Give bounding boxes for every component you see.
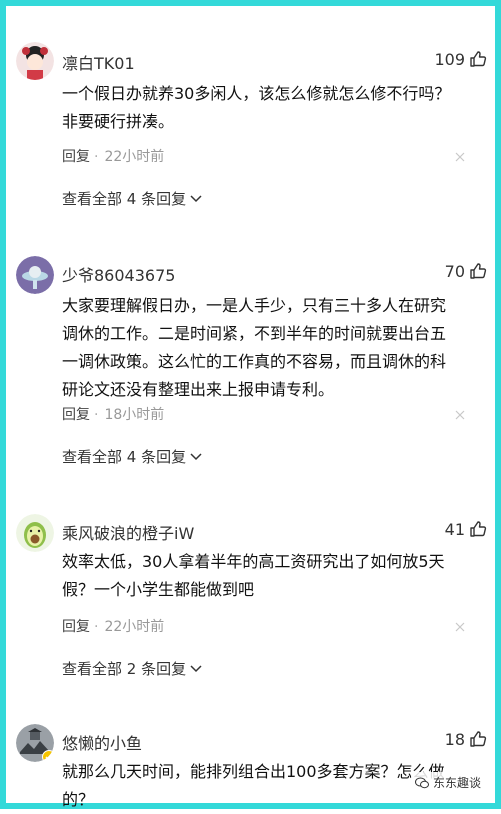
- reply-button[interactable]: 回复: [62, 149, 90, 165]
- view-replies-button[interactable]: 查看全部 4 条回复: [62, 446, 202, 467]
- watermark-text: 东东趣谈: [432, 776, 481, 790]
- like-count: 41: [444, 520, 465, 539]
- username[interactable]: 凛白TK01: [62, 50, 135, 74]
- comment-meta: 回复 · 18小时前: [62, 404, 164, 424]
- thumbs-up-icon[interactable]: [469, 730, 487, 748]
- user-avatar[interactable]: [16, 42, 54, 80]
- username[interactable]: 少爷86043675: [62, 262, 175, 286]
- meta-separator: ·: [94, 619, 99, 635]
- username[interactable]: 乘风破浪的橙子iW: [62, 520, 194, 544]
- comment-time: 22小时前: [104, 619, 165, 635]
- view-replies-button[interactable]: 查看全部 4 条回复: [62, 188, 202, 209]
- comment-text: 就那么几天时间，能排列组合出100多套方案？怎么做的？: [62, 762, 445, 809]
- reply-button[interactable]: 回复: [62, 619, 90, 635]
- chevron-down-icon: [190, 194, 202, 202]
- close-icon[interactable]: [455, 152, 465, 162]
- avatar-avocado-icon: [16, 514, 54, 552]
- thumbs-up-icon[interactable]: [469, 262, 487, 280]
- comment-text: 一个假日办就养30多闲人，该怎么修就怎么修不行吗？非要硬行拼凑。: [62, 84, 451, 131]
- reply-button[interactable]: 回复: [62, 407, 90, 423]
- close-icon[interactable]: [455, 622, 465, 632]
- comment-text: 大家要理解假日办，一是人手少，只有三十多人在研究调休的工作。二是时间紧，不到半年…: [62, 296, 447, 399]
- like-count: 109: [434, 50, 465, 69]
- view-replies-button[interactable]: 查看全部 2 条回复: [62, 658, 202, 679]
- thumbs-up-icon[interactable]: [469, 520, 487, 538]
- like-count: 18: [444, 730, 465, 749]
- wechat-icon: [414, 777, 429, 788]
- comment-time: 22小时前: [104, 149, 165, 165]
- meta-separator: ·: [94, 149, 99, 165]
- avatar-ufo-icon: [16, 256, 54, 294]
- view-replies-label: 查看全部 2 条回复: [62, 660, 187, 678]
- comment-time: 18小时前: [104, 407, 165, 423]
- like-count: 70: [444, 262, 465, 281]
- comment-meta: 回复 · 22小时前: [62, 146, 164, 166]
- thumbs-up-icon[interactable]: [469, 50, 487, 68]
- meta-separator: ·: [94, 407, 99, 423]
- user-avatar[interactable]: [16, 724, 54, 762]
- chevron-down-icon: [190, 664, 202, 672]
- user-avatar[interactable]: [16, 256, 54, 294]
- watermark: 东东趣谈: [410, 772, 485, 793]
- user-avatar[interactable]: [16, 514, 54, 552]
- username[interactable]: 悠懒的小鱼: [62, 730, 142, 754]
- comment-meta: 回复 · 22小时前: [62, 616, 164, 636]
- close-icon[interactable]: [455, 410, 465, 420]
- view-replies-label: 查看全部 4 条回复: [62, 448, 187, 466]
- verified-badge-icon: [42, 750, 54, 762]
- comment-text: 效率太低，30人拿着半年的高工资研究出了如何放5天假？一个小学生都能做到吧: [62, 552, 445, 599]
- view-replies-label: 查看全部 4 条回复: [62, 190, 187, 208]
- avatar-doll-icon: [16, 42, 54, 80]
- chevron-down-icon: [190, 452, 202, 460]
